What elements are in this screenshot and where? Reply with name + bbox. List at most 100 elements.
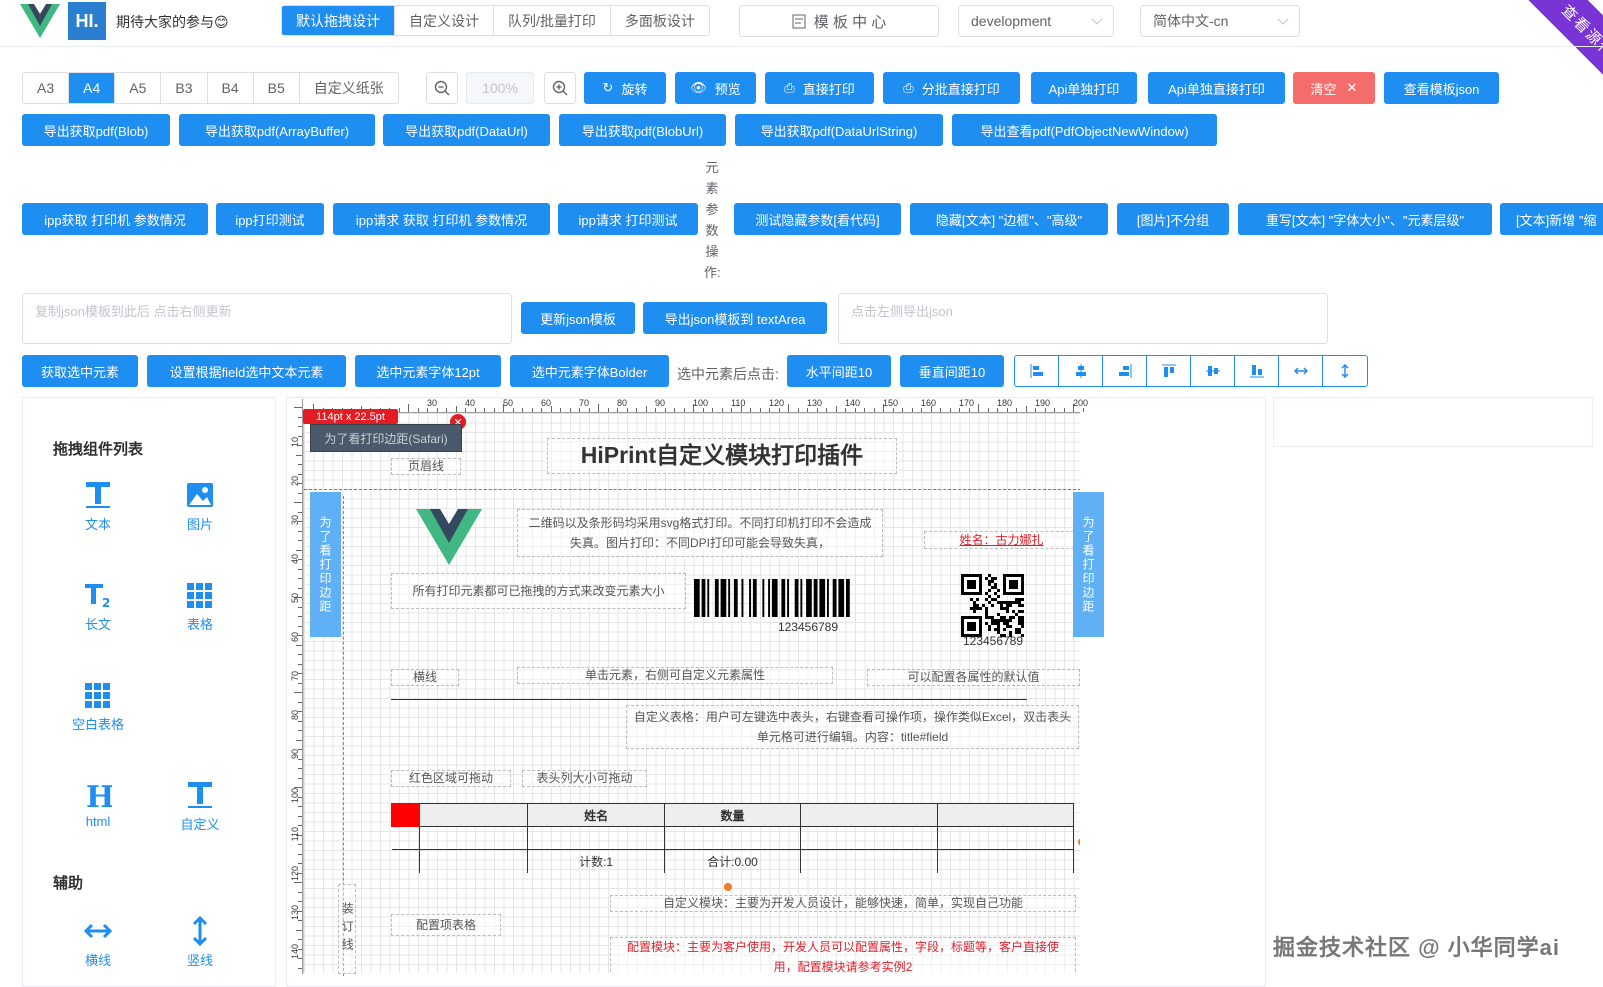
select-by-field-button[interactable]: 设置根据field选中文本元素: [147, 355, 346, 387]
component-html[interactable]: H html: [53, 780, 143, 829]
table-header-qty[interactable]: 数量: [663, 803, 802, 827]
rotate-button[interactable]: ↻ 旋转: [584, 72, 666, 104]
horizontal-line[interactable]: [391, 699, 1027, 700]
zoom-input[interactable]: 100%: [466, 72, 534, 104]
vertical-spacing-button[interactable]: 垂直间距10: [900, 355, 1004, 387]
direct-print-button[interactable]: ⎙ 直接打印: [765, 72, 874, 104]
table-header-name[interactable]: 姓名: [527, 803, 665, 827]
env-select[interactable]: development: [958, 5, 1114, 37]
data-table[interactable]: 姓名 数量 计数:1 合计:0.00: [390, 803, 1075, 873]
preview-button[interactable]: 👁 预览: [675, 72, 756, 104]
align-top-button[interactable]: [1147, 356, 1191, 386]
defaults-text[interactable]: 可以配置各属性的默认值: [867, 669, 1080, 686]
custom-table-note[interactable]: 自定义表格：用户可左键选中表头，右键查看可操作项，操作类似Excel，双击表头单…: [626, 705, 1079, 749]
tab-multi-panel[interactable]: 多面板设计: [611, 6, 709, 35]
component-hline[interactable]: 横线: [53, 916, 143, 969]
api-direct-print-button[interactable]: Api单独直接打印: [1148, 72, 1285, 104]
hi-logo: HI.: [68, 2, 106, 40]
red-area-label[interactable]: 红色区域可拖动: [391, 770, 511, 787]
get-selected-button[interactable]: 获取选中元素: [22, 355, 138, 387]
ruler-h-label: 180: [997, 398, 1013, 408]
drag-note-text[interactable]: 所有打印元素都可已拖拽的方式来改变元素大小: [391, 573, 686, 609]
hide-text-border-button[interactable]: 隐藏[文本] "边框"、"高级": [910, 203, 1108, 235]
tab-default-drag[interactable]: 默认拖拽设计: [282, 6, 395, 35]
api-print-button[interactable]: Api单独打印: [1031, 72, 1137, 104]
batch-direct-print-button[interactable]: ⎙ 分批直接打印: [883, 72, 1020, 104]
name-field[interactable]: 姓名：古力娜扎: [924, 531, 1079, 549]
config-module-text[interactable]: 配置模块：主要为客户使用，开发人员可以配置属性，字段，标题等，客户直接使用，配置…: [610, 937, 1076, 973]
align-right-button[interactable]: [1103, 356, 1147, 386]
distribute-horizontal-button[interactable]: [1279, 356, 1323, 386]
json-output-textarea[interactable]: 点击左侧导出json: [838, 293, 1328, 344]
paper-b3[interactable]: B3: [161, 73, 208, 103]
tab-custom-design[interactable]: 自定义设计: [395, 6, 494, 35]
font-bolder-button[interactable]: 选中元素字体Bolder: [510, 355, 669, 387]
qr-note-text[interactable]: 二维码以及条形码均采用svg格式打印。不同打印机打印不会造成失真。图片打印：不同…: [517, 509, 883, 557]
align-bottom-button[interactable]: [1235, 356, 1279, 386]
lang-select[interactable]: 简体中文-cn: [1140, 5, 1300, 37]
view-json-button[interactable]: 查看模板json: [1384, 72, 1499, 104]
export-pdf-arraybuffer-button[interactable]: 导出获取pdf(ArrayBuffer): [179, 114, 375, 146]
export-pdf-dataurl-button[interactable]: 导出获取pdf(DataUrl): [383, 114, 550, 146]
zoom-in-button[interactable]: [544, 72, 576, 104]
right-margin-tab[interactable]: 为了看打印边距: [1073, 492, 1104, 637]
paper-a3[interactable]: A3: [23, 73, 70, 103]
component-longtext-label: 长文: [84, 617, 111, 632]
json-input-textarea[interactable]: 复制json模板到此后 点击右侧更新: [22, 293, 512, 344]
header-line-label[interactable]: 页眉线: [391, 458, 461, 475]
align-center-button[interactable]: [1059, 356, 1103, 386]
override-text-font-button[interactable]: 重写[文本] "字体大小"、"元素层级": [1238, 203, 1492, 235]
resize-handle[interactable]: [724, 883, 732, 891]
component-empty-table[interactable]: 空白表格: [53, 680, 143, 733]
zoom-out-button[interactable]: [426, 72, 458, 104]
custom-module-text[interactable]: 自定义模块：主要为开发人员设计，能够快速，简单，实现自己功能: [610, 895, 1076, 912]
config-table-label[interactable]: 配置项表格: [391, 914, 501, 936]
qrcode[interactable]: [960, 573, 1026, 639]
ipp-request-printer-button[interactable]: ipp请求 获取 打印机 参数情况: [333, 203, 550, 235]
margin-tip-element[interactable]: 为了看打印边距(Safari): [310, 424, 462, 452]
export-pdf-dataurlstring-button[interactable]: 导出获取pdf(DataUrlString): [735, 114, 943, 146]
hline-label[interactable]: 横线: [391, 669, 459, 686]
paper-a4[interactable]: A4: [69, 73, 116, 103]
ipp-get-printer-button[interactable]: ipp获取 打印机 参数情况: [22, 203, 208, 235]
ipp-print-test-button[interactable]: ipp打印测试: [216, 203, 324, 235]
component-custom[interactable]: 自定义: [155, 780, 245, 833]
component-vline[interactable]: 竖线: [155, 916, 245, 969]
header-resize-label[interactable]: 表头列大小可拖动: [522, 770, 647, 787]
single-element-text[interactable]: 单击元素，右侧可自定义元素属性: [517, 667, 833, 684]
font-12pt-button[interactable]: 选中元素字体12pt: [355, 355, 501, 387]
clear-button[interactable]: 清空 ✕: [1293, 72, 1375, 104]
horizontal-spacing-button[interactable]: 水平间距10: [787, 355, 891, 387]
component-image[interactable]: 图片: [155, 480, 245, 533]
text-add-button[interactable]: [文本]新增 "缩: [1500, 203, 1603, 235]
canvas-vue-logo[interactable]: [416, 507, 482, 565]
canvas-title[interactable]: HiPrint自定义模块打印插件: [547, 438, 897, 474]
paper-b4[interactable]: B4: [208, 73, 254, 103]
component-longtext[interactable]: 2 长文: [53, 580, 143, 633]
export-pdf-bloburl-button[interactable]: 导出获取pdf(BlobUrl): [559, 114, 726, 146]
table-drag-handle[interactable]: [390, 803, 421, 827]
component-text[interactable]: 文本: [53, 480, 143, 533]
paper-custom[interactable]: 自定义纸张: [300, 73, 398, 103]
template-center-button[interactable]: 模 板 中 心: [739, 5, 939, 37]
align-left-button[interactable]: [1015, 356, 1059, 386]
export-json-button[interactable]: 导出json模板到 textArea: [643, 302, 827, 334]
binding-line-label[interactable]: 装订线: [338, 884, 356, 974]
paper-a5[interactable]: A5: [115, 73, 162, 103]
ipp-request-test-button[interactable]: ipp请求 打印测试: [558, 203, 698, 235]
align-middle-button[interactable]: [1191, 356, 1235, 386]
view-source-ribbon[interactable]: 查看源代码: [1512, 0, 1603, 120]
left-margin-tab[interactable]: 为了看打印边距: [310, 492, 341, 637]
image-no-group-button[interactable]: [图片]不分组: [1117, 203, 1229, 235]
component-table[interactable]: 表格: [155, 580, 245, 633]
distribute-vertical-button[interactable]: [1323, 356, 1367, 386]
paper-b5[interactable]: B5: [254, 73, 300, 103]
print-paper[interactable]: 页眉线 HiPrint自定义模块打印插件 二维码以及条形码均采用svg格式打印。…: [303, 413, 1080, 973]
export-pdf-blob-button[interactable]: 导出获取pdf(Blob): [22, 114, 170, 146]
tab-batch-print[interactable]: 队列/批量打印: [494, 6, 611, 35]
update-json-button[interactable]: 更新json模板: [521, 302, 635, 334]
test-hidden-params-button[interactable]: 测试隐藏参数[看代码]: [734, 203, 901, 235]
export-pdf-newwindow-button[interactable]: 导出查看pdf(PdfObjectNewWindow): [952, 114, 1217, 146]
mode-tabs: 默认拖拽设计 自定义设计 队列/批量打印 多面板设计: [281, 5, 710, 36]
resize-handle[interactable]: [1078, 838, 1080, 846]
